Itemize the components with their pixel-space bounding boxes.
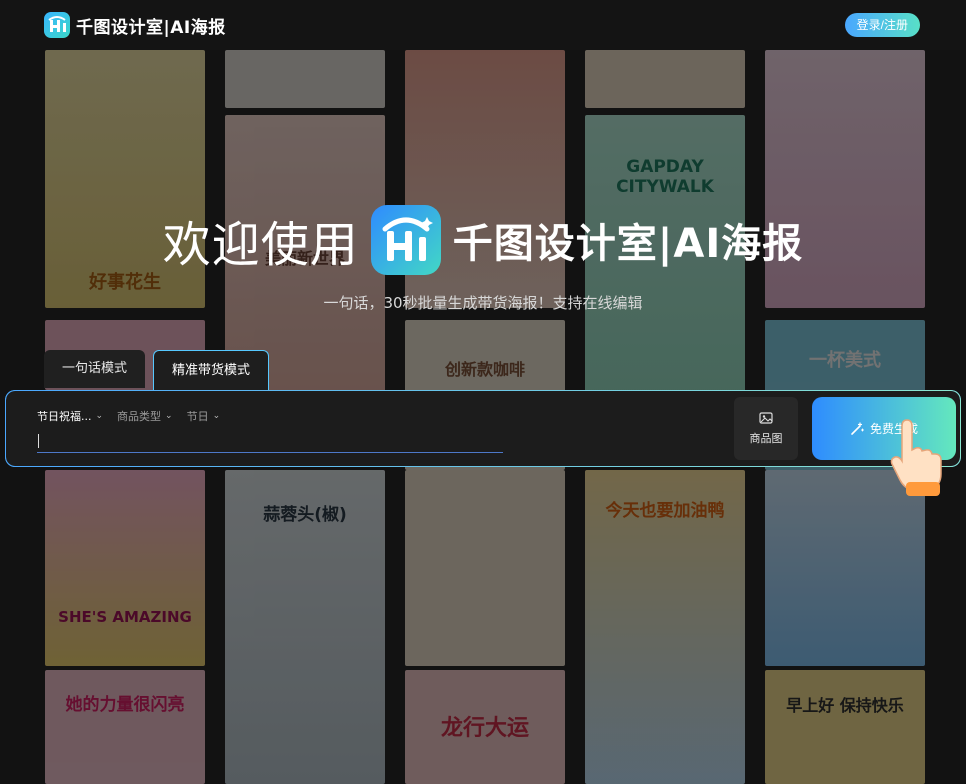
- gallery-card[interactable]: [225, 50, 385, 108]
- hero-heading: 欢迎使用 千图设计室|AI海报: [0, 205, 966, 275]
- filter-selects: 节日祝福... ⌄ 商品类型 ⌄ 节日 ⌄: [37, 408, 220, 424]
- hero-brand-text: 千图设计室|AI海报: [452, 221, 804, 267]
- gallery-card-text: 蒜蓉头(椒): [263, 505, 347, 525]
- logo[interactable]: 千图设计室|AI海报: [44, 12, 226, 38]
- mode-tabs: 一句话模式 精准带货模式: [44, 350, 270, 391]
- gallery-card-text: GAPDAY CITYWALK: [616, 157, 714, 197]
- gallery-card[interactable]: 今天也要加油鸭: [585, 470, 745, 784]
- login-register-button[interactable]: 登录/注册: [844, 13, 920, 37]
- gallery-card[interactable]: 龙行大运: [405, 670, 565, 784]
- pointing-hand-icon: [890, 419, 942, 496]
- select-theme-label: 节日祝福...: [37, 410, 92, 423]
- gallery-card-text: 创新款咖啡: [444, 360, 525, 379]
- chevron-down-icon: ⌄: [165, 411, 173, 421]
- magic-wand-icon: [851, 421, 864, 435]
- gallery-card[interactable]: 早上好 保持快乐: [765, 670, 925, 784]
- select-product-type-label: 商品类型: [117, 410, 162, 423]
- gallery-card[interactable]: 她的力量很闪亮: [45, 670, 205, 784]
- tab-precise-selling-mode[interactable]: 精准带货模式: [153, 350, 270, 391]
- logo-text: 千图设计室|AI海报: [76, 17, 226, 38]
- gallery-card[interactable]: SHE'S AMAZING: [45, 470, 205, 666]
- gallery-card-text: 一杯美式: [809, 350, 881, 371]
- product-image-label: 商品图: [749, 431, 783, 445]
- hero-welcome-text: 欢迎使用: [162, 217, 359, 273]
- text-caret: [38, 434, 39, 448]
- select-festival-label: 节日: [186, 410, 209, 423]
- gallery-card[interactable]: [405, 470, 565, 666]
- product-image-button[interactable]: 商品图: [734, 397, 798, 460]
- generate-panel: 节日祝福... ⌄ 商品类型 ⌄ 节日 ⌄ 商品图 免费生成: [5, 390, 961, 467]
- image-icon: [759, 411, 773, 424]
- gallery-card[interactable]: [765, 470, 925, 666]
- prompt-input[interactable]: [37, 430, 503, 453]
- gallery-card-text: 今天也要加油鸭: [605, 501, 725, 521]
- chevron-down-icon: ⌄: [212, 411, 221, 421]
- logo-badge-icon: [44, 12, 70, 38]
- hero-subtitle: 一句话，30秒批量生成带货海报！支持在线编辑: [323, 294, 643, 312]
- top-nav: 千图设计室|AI海报 登录/注册: [0, 0, 966, 50]
- chevron-down-icon: ⌄: [95, 411, 104, 421]
- select-product-type[interactable]: 商品类型 ⌄: [117, 408, 173, 424]
- gallery-card-text: 早上好 保持快乐: [786, 696, 904, 715]
- brand-logo-icon: [370, 205, 441, 275]
- gallery-card-text: 龙行大运: [440, 716, 529, 741]
- gallery-card[interactable]: 蒜蓉头(椒): [225, 470, 385, 784]
- gallery-card[interactable]: [585, 50, 745, 108]
- gallery-card-text: SHE'S AMAZING: [58, 608, 192, 626]
- select-festival[interactable]: 节日 ⌄: [187, 408, 221, 424]
- select-theme[interactable]: 节日祝福... ⌄: [37, 408, 103, 424]
- gallery-card-text: 她的力量很闪亮: [65, 695, 185, 715]
- tab-one-sentence-mode[interactable]: 一句话模式: [44, 350, 146, 388]
